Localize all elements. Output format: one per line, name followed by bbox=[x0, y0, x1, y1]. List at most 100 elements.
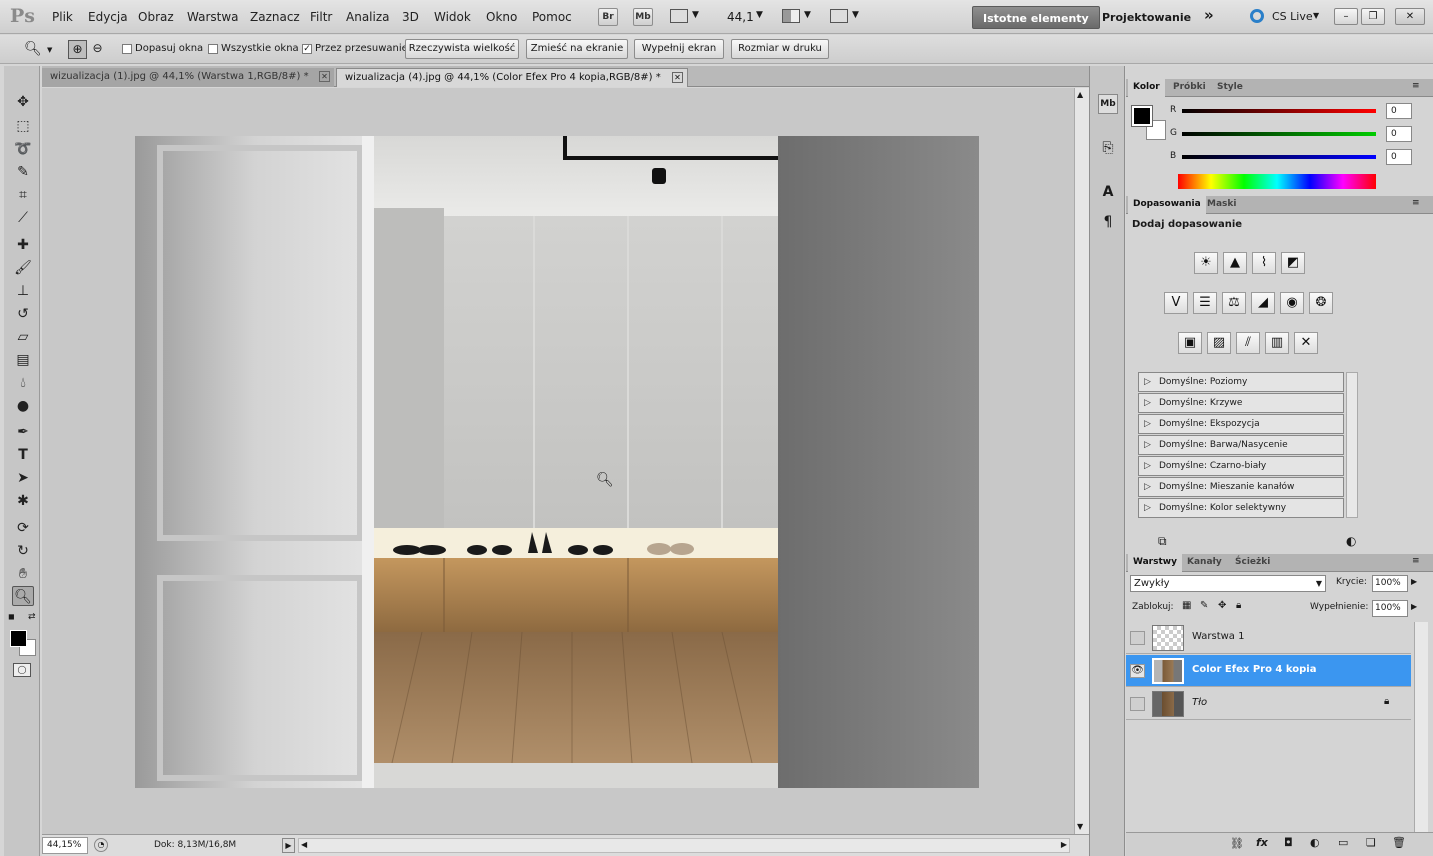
brightness-contrast-icon[interactable]: ☀ bbox=[1194, 252, 1218, 274]
character-panel-icon[interactable]: A bbox=[1098, 182, 1118, 202]
tab-masks[interactable]: Maski bbox=[1202, 196, 1241, 214]
zoom-out-icon[interactable]: ⊖ bbox=[88, 40, 107, 59]
horizontal-scrollbar[interactable]: ◀ ▶ bbox=[298, 838, 1070, 853]
tab-color[interactable]: Kolor bbox=[1128, 79, 1165, 97]
green-slider[interactable] bbox=[1182, 132, 1376, 136]
eyedropper-tool-icon[interactable]: ⟋ bbox=[12, 208, 34, 228]
3d-rotate-tool-icon[interactable]: ⟳ bbox=[12, 518, 34, 538]
clone-stamp-tool-icon[interactable]: ⊥ bbox=[12, 281, 34, 301]
gradient-tool-icon[interactable]: ▤ bbox=[12, 350, 34, 370]
opacity-field[interactable]: 100% bbox=[1372, 575, 1408, 592]
zoom-in-icon[interactable]: ⊕ bbox=[68, 40, 87, 59]
tab-channels[interactable]: Kanały bbox=[1182, 554, 1227, 572]
menu-help[interactable]: Pomoc bbox=[532, 10, 572, 24]
chevron-down-icon[interactable]: ▼ bbox=[1313, 11, 1319, 20]
preview-toggle-icon[interactable]: ◐ bbox=[1346, 534, 1356, 548]
new-adjustment-icon[interactable]: ◐ bbox=[1310, 836, 1320, 849]
foreground-color-swatch[interactable] bbox=[10, 630, 27, 647]
default-colors-icon[interactable]: ◼ bbox=[8, 612, 15, 621]
hue-saturation-icon[interactable]: ☰ bbox=[1193, 292, 1217, 314]
zoom-tool-icon[interactable]: 🔍︎ bbox=[12, 586, 34, 606]
menu-3d[interactable]: 3D bbox=[402, 10, 419, 24]
shape-tool-icon[interactable]: ✱ bbox=[12, 491, 34, 511]
zoom-tool-icon[interactable]: 🔍︎ bbox=[24, 41, 42, 57]
document-canvas[interactable]: 🔍︎ bbox=[42, 88, 1074, 834]
layer-row[interactable]: Warstwa 1 bbox=[1126, 622, 1411, 654]
tab-paths[interactable]: Ścieżki bbox=[1230, 554, 1275, 572]
bridge-button[interactable]: Br bbox=[598, 8, 618, 26]
chevron-down-icon[interactable]: ▼ bbox=[47, 46, 52, 54]
tab-swatches[interactable]: Próbki bbox=[1168, 79, 1211, 97]
preset-hue-saturation[interactable]: Domyślne: Barwa/Nasycenie bbox=[1138, 435, 1344, 455]
chevron-down-icon[interactable]: ▼ bbox=[852, 10, 859, 20]
dodge-tool-icon[interactable]: ● bbox=[12, 396, 34, 416]
minimize-button[interactable]: – bbox=[1334, 8, 1358, 25]
green-value-field[interactable]: 0 bbox=[1386, 126, 1412, 142]
delete-layer-icon[interactable]: 🗑︎ bbox=[1392, 836, 1406, 849]
menu-view[interactable]: Widok bbox=[434, 10, 471, 24]
tab-document-1[interactable]: wizualizacja (1).jpg @ 44,1% (Warstwa 1,… bbox=[42, 68, 334, 87]
presets-scrollbar[interactable] bbox=[1346, 372, 1358, 518]
vertical-scrollbar[interactable]: ▲ ▼ bbox=[1074, 88, 1089, 834]
preset-curves[interactable]: Domyślne: Krzywe bbox=[1138, 393, 1344, 413]
posterize-icon[interactable]: ▨ bbox=[1207, 332, 1231, 354]
restore-button[interactable]: ❐ bbox=[1361, 8, 1385, 25]
menu-layer[interactable]: Warstwa bbox=[187, 10, 239, 24]
gradient-map-icon[interactable]: ▥ bbox=[1265, 332, 1289, 354]
quick-mask-icon[interactable]: ◯ bbox=[13, 663, 31, 677]
invert-icon[interactable]: ▣ bbox=[1178, 332, 1202, 354]
marquee-tool-icon[interactable]: ⬚ bbox=[12, 116, 34, 136]
swap-colors-icon[interactable]: ⇄ bbox=[28, 612, 36, 622]
threshold-icon[interactable]: ⫽ bbox=[1236, 332, 1260, 354]
path-selection-tool-icon[interactable]: ➤ bbox=[12, 468, 34, 488]
color-spectrum-bar[interactable] bbox=[1178, 174, 1376, 189]
lock-position-icon[interactable]: ✥ bbox=[1218, 600, 1226, 611]
lock-pixels-icon[interactable]: ✎ bbox=[1200, 600, 1208, 611]
color-balance-icon[interactable]: ⚖ bbox=[1222, 292, 1246, 314]
curves-icon[interactable]: ⌇ bbox=[1252, 252, 1276, 274]
tab-adjustments[interactable]: Dopasowania bbox=[1128, 196, 1206, 214]
menu-file[interactable]: Plik bbox=[52, 10, 73, 24]
layer-row[interactable]: Tło 🔒︎ bbox=[1126, 688, 1411, 720]
menu-select[interactable]: Zaznacz bbox=[250, 10, 300, 24]
fit-windows-checkbox[interactable]: Dopasuj okna bbox=[122, 43, 203, 54]
chevron-down-icon[interactable]: ▼ bbox=[804, 10, 811, 20]
preset-black-white[interactable]: Domyślne: Czarno-biały bbox=[1138, 456, 1344, 476]
menu-image[interactable]: Obraz bbox=[138, 10, 174, 24]
lasso-tool-icon[interactable]: ➰ bbox=[12, 139, 34, 159]
fill-screen-button[interactable]: Wypełnij ekran bbox=[634, 39, 724, 59]
layer-row[interactable]: 👁︎ Color Efex Pro 4 kopia bbox=[1126, 655, 1411, 687]
crop-tool-icon[interactable]: ⌗ bbox=[12, 185, 34, 205]
screen-mode-icon[interactable] bbox=[830, 9, 848, 23]
visibility-toggle[interactable] bbox=[1130, 697, 1145, 711]
blue-slider[interactable] bbox=[1182, 155, 1376, 159]
history-panel-icon[interactable]: ⎘ bbox=[1098, 138, 1118, 158]
scroll-down-icon[interactable]: ▼ bbox=[1077, 822, 1083, 831]
panel-menu-icon[interactable]: ≡ bbox=[1412, 556, 1420, 566]
exposure-icon[interactable]: ◩ bbox=[1281, 252, 1305, 274]
healing-brush-tool-icon[interactable]: ✚ bbox=[12, 235, 34, 255]
scroll-left-icon[interactable]: ◀ bbox=[301, 840, 307, 849]
status-info-icon[interactable]: ◔ bbox=[94, 838, 108, 852]
blend-mode-select[interactable]: Zwykły ▼ bbox=[1130, 575, 1326, 592]
type-tool-icon[interactable]: T bbox=[12, 445, 34, 465]
minibridge-panel-icon[interactable]: Mb bbox=[1098, 94, 1118, 114]
link-layers-icon[interactable]: ⛓ bbox=[1230, 837, 1244, 850]
zoom-percent-field[interactable]: 44,15% bbox=[42, 837, 88, 854]
red-slider[interactable] bbox=[1182, 109, 1376, 113]
eraser-tool-icon[interactable]: ▱ bbox=[12, 327, 34, 347]
scroll-right-icon[interactable]: ▶ bbox=[1061, 840, 1067, 849]
preset-exposure[interactable]: Domyślne: Ekspozycja bbox=[1138, 414, 1344, 434]
close-tab-icon[interactable]: ✕ bbox=[319, 71, 330, 82]
add-mask-icon[interactable]: ◘ bbox=[1284, 836, 1293, 849]
move-tool-icon[interactable]: ✥ bbox=[12, 92, 34, 112]
preset-channel-mixer[interactable]: Domyślne: Mieszanie kanałów bbox=[1138, 477, 1344, 497]
channel-mixer-icon[interactable]: ❂ bbox=[1309, 292, 1333, 314]
lock-all-icon[interactable]: 🔒︎ bbox=[1236, 600, 1241, 611]
opacity-slider-icon[interactable]: ▶ bbox=[1411, 577, 1417, 586]
levels-icon[interactable]: ▲ bbox=[1223, 252, 1247, 274]
black-white-icon[interactable]: ◢ bbox=[1251, 292, 1275, 314]
clip-to-layer-icon[interactable]: ⧉ bbox=[1158, 534, 1167, 549]
close-button[interactable]: ✕ bbox=[1395, 8, 1425, 25]
all-windows-checkbox[interactable]: Wszystkie okna bbox=[208, 43, 299, 54]
